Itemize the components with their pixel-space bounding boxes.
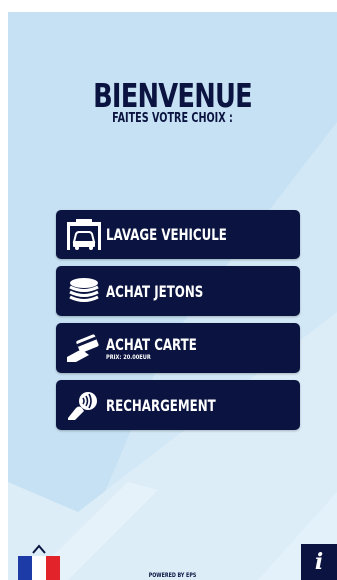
chevron-up-icon xyxy=(32,544,46,554)
achat-jetons-label: ACHAT JETONS xyxy=(106,281,204,301)
lavage-vehicule-button[interactable]: LAVAGE VEHICULE xyxy=(56,210,300,259)
achat-jetons-button[interactable]: ACHAT JETONS xyxy=(56,266,300,316)
achat-carte-price: PRIX: 20.00EUR xyxy=(106,352,151,361)
achat-carte-label: ACHAT CARTE xyxy=(106,334,197,354)
contactless-hand-icon xyxy=(68,392,97,420)
kiosk-screen: BIENVENUE FAITES VOTRE CHOIX : LAVAGE VE… xyxy=(8,12,337,580)
card-in-hand-icon xyxy=(67,334,99,362)
lavage-vehicule-label: LAVAGE VEHICULE xyxy=(106,225,227,244)
rechargement-button[interactable]: RECHARGEMENT xyxy=(56,380,300,430)
powered-by-text: POWERED BY EPS xyxy=(148,572,197,579)
coins-stack-icon xyxy=(69,278,99,302)
car-wash-icon xyxy=(67,218,101,250)
achat-carte-button[interactable]: ACHAT CARTE PRIX: 20.00EUR xyxy=(56,323,300,373)
rechargement-label: RECHARGEMENT xyxy=(106,395,216,415)
page-title: BIENVENUE xyxy=(93,76,253,115)
info-button[interactable]: i xyxy=(301,544,337,580)
page-subtitle: FAITES VOTRE CHOIX : xyxy=(112,111,233,126)
info-icon: i xyxy=(314,549,324,575)
